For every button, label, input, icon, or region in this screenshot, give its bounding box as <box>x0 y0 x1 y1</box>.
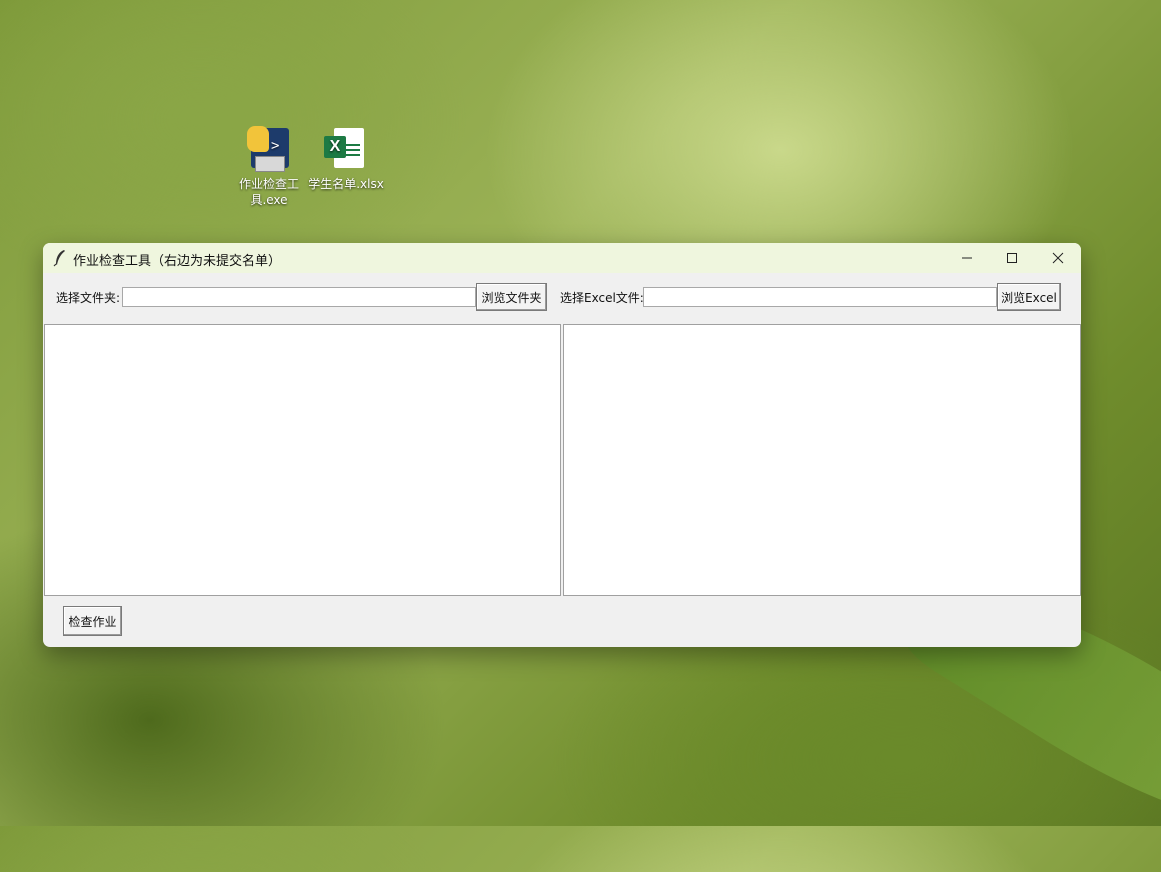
excel-path-input[interactable] <box>643 287 997 307</box>
python-exe-icon: > <box>245 126 293 174</box>
excel-file-icon: X <box>322 126 370 174</box>
window-title: 作业检查工具（右边为未提交名单） <box>73 254 282 269</box>
feather-icon <box>53 250 65 267</box>
excel-label: 选择Excel文件: <box>560 291 644 305</box>
desktop-icon-student-list-xlsx[interactable]: X 学生名单.xlsx <box>304 126 388 192</box>
minimize-button[interactable] <box>944 243 990 273</box>
close-icon <box>1052 252 1064 264</box>
check-homework-button[interactable]: 检查作业 <box>63 606 122 636</box>
browse-folder-button[interactable]: 浏览文件夹 <box>476 283 547 311</box>
maximize-icon <box>1007 253 1017 263</box>
minimize-icon <box>962 257 972 259</box>
unsubmitted-list-textbox[interactable] <box>563 324 1081 596</box>
desktop-icon-label: 具.exe <box>250 193 288 207</box>
folder-path-input[interactable] <box>122 287 476 307</box>
maximize-button[interactable] <box>989 243 1035 273</box>
close-button[interactable] <box>1035 243 1081 273</box>
title-bar[interactable]: 作业检查工具（右边为未提交名单） <box>43 243 1081 273</box>
homework-files-textbox[interactable] <box>44 324 561 596</box>
desktop-icon-label: 学生名单.xlsx <box>308 177 384 191</box>
homework-checker-window: 作业检查工具（右边为未提交名单） 选择文件夹: 浏览文件夹 选择Excel文件:… <box>43 243 1081 647</box>
folder-label: 选择文件夹: <box>56 291 121 305</box>
browse-excel-button[interactable]: 浏览Excel <box>997 283 1061 311</box>
desktop-icon-label: 作业检查工 <box>238 177 299 191</box>
desktop-icon-homework-tool-exe[interactable]: > 作业检查工 具.exe <box>230 126 308 208</box>
